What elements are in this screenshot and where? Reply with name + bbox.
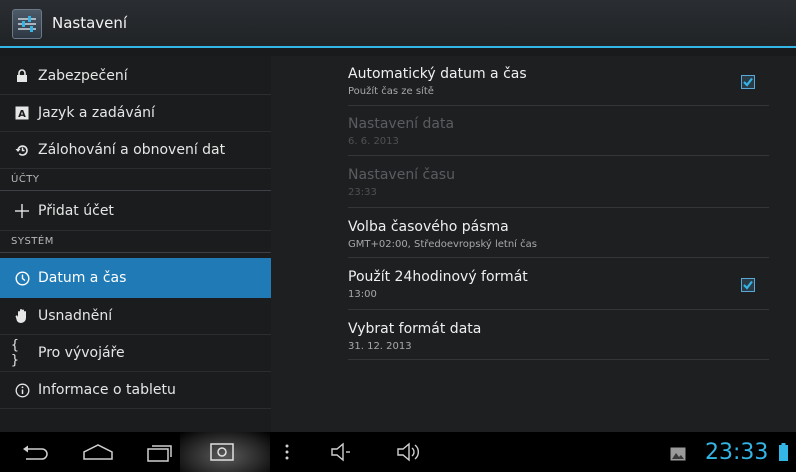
sidebar-item-label: Přidat účet [38,202,114,219]
sidebar-item-backup[interactable]: Zálohování a obnovení dat [0,132,271,169]
24-hour-format-checkbox[interactable] [741,278,755,292]
pref-summary: 13:00 [348,289,377,300]
sidebar-item-security[interactable]: Zabezpečení [0,58,271,95]
recent-apps-icon[interactable] [146,442,174,466]
pref-title: Volba časového pásma [348,219,509,235]
keyboard-a-icon: A [11,106,33,120]
settings-sidebar: Zabezpečení A Jazyk a zadávání Zálohován… [0,56,271,432]
pref-summary: 23:33 [348,187,377,198]
pref-summary: Použít čas ze sítě [348,86,434,97]
system-bar: 23:33 [0,432,796,472]
section-header-accounts: ÚČTY [0,169,271,191]
pref-set-date: Nastavení data 6. 6. 2013 [348,106,769,156]
sidebar-item-accessibility[interactable]: Usnadnění [0,298,271,335]
info-icon [11,383,33,398]
volume-down-icon[interactable] [330,442,354,466]
pref-24-hour-format[interactable]: Použít 24hodinový formát 13:00 [348,258,769,310]
pref-title: Nastavení data [348,116,455,132]
pref-title: Nastavení času [348,167,455,183]
back-icon[interactable] [22,445,50,465]
pref-set-time: Nastavení času 23:33 [348,156,769,208]
sidebar-item-label: Informace o tabletu [38,382,176,398]
plus-icon [11,203,33,219]
svg-text:A: A [18,109,26,120]
pref-summary: 31. 12. 2013 [348,341,412,352]
sidebar-item-label: Zabezpečení [38,68,128,84]
sidebar-item-label: Pro vývojáře [38,345,125,361]
hand-icon [11,308,33,324]
sidebar-item-date-time[interactable]: Datum a čas [0,258,271,298]
settings-content: Zabezpečení A Jazyk a zadávání Zálohován… [0,48,796,432]
sidebar-item-about[interactable]: Informace o tabletu [0,372,271,409]
sidebar-item-label: Usnadnění [38,308,113,324]
restore-icon [11,143,33,158]
sidebar-item-label: Datum a čas [38,270,127,286]
volume-up-icon[interactable] [396,442,424,466]
sidebar-item-developer[interactable]: { } Pro vývojáře [0,335,271,372]
menu-dots-icon[interactable] [285,444,289,464]
sidebar-item-label: Zálohování a obnovení dat [38,142,226,158]
action-bar: Nastavení [0,0,796,48]
sidebar-item-language[interactable]: A Jazyk a zadávání [0,95,271,132]
auto-date-time-checkbox[interactable] [741,75,755,89]
date-time-settings-pane: Automatický datum a čas Použít čas ze sí… [271,56,796,432]
image-notification-icon[interactable] [670,446,686,465]
pref-time-zone[interactable]: Volba časového pásma GMT+02:00, Středoev… [348,208,769,258]
pref-date-format[interactable]: Vybrat formát data 31. 12. 2013 [348,310,769,360]
clock-time: 23:33 [705,440,769,465]
screenshot-icon[interactable] [210,443,234,465]
section-header-system: SYSTÉM [0,231,271,253]
pref-title: Použít 24hodinový formát [348,269,528,285]
settings-sliders-icon[interactable] [12,9,42,39]
app-title: Nastavení [52,14,128,32]
home-icon[interactable] [82,443,114,465]
battery-icon [779,443,788,465]
pref-title: Automatický datum a čas [348,66,527,82]
pref-auto-date-time[interactable]: Automatický datum a čas Použít čas ze sí… [348,58,769,106]
pref-summary: GMT+02:00, Středoevropský letní čas [348,239,537,250]
lock-icon [11,69,33,83]
pref-title: Vybrat formát data [348,321,482,337]
sidebar-item-label: Jazyk a zadávání [38,105,155,121]
sidebar-item-add-account[interactable]: Přidat účet [0,191,271,231]
pref-summary: 6. 6. 2013 [348,136,399,147]
clock-icon [11,270,33,286]
braces-icon: { } [11,338,19,368]
